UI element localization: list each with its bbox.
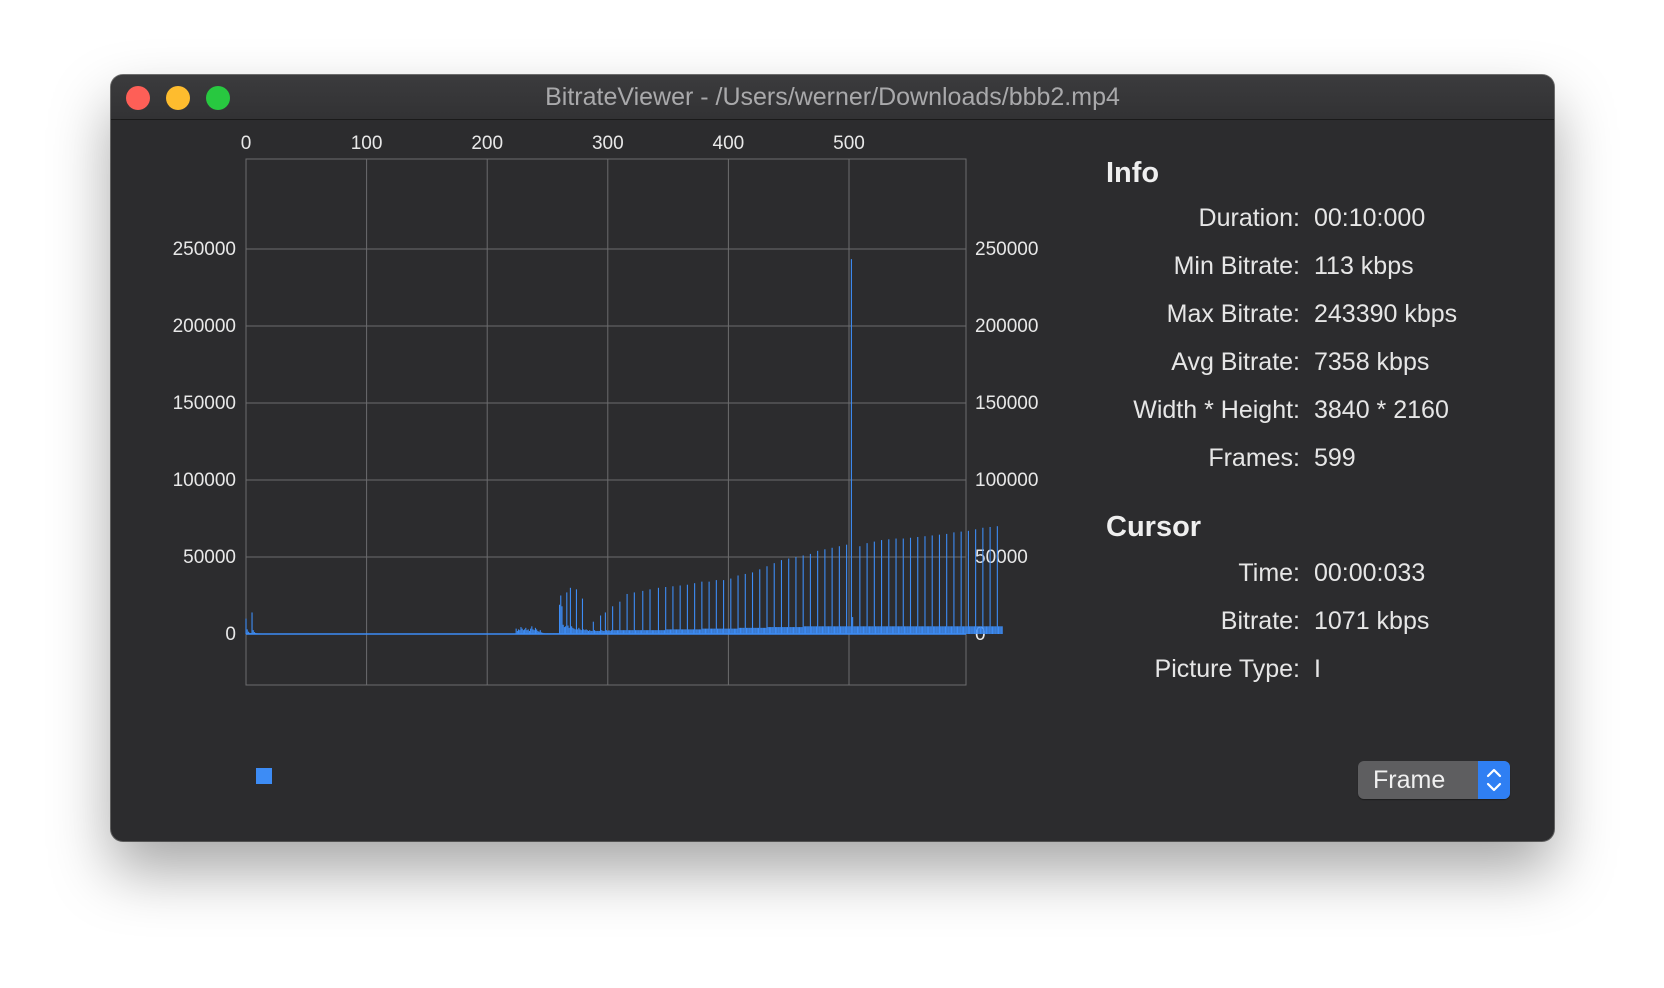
info-value: 113 kbps <box>1314 252 1414 280</box>
cursor-label: Bitrate: <box>1220 607 1300 635</box>
info-label: Frames: <box>1208 444 1300 472</box>
view-mode-selected: Frame <box>1373 766 1446 794</box>
info-row: Width * Height: 3840 * 2160 <box>111 390 1554 430</box>
app-window: BitrateViewer - /Users/werner/Downloads/… <box>111 75 1554 841</box>
info-row: Duration: 00:10:000 <box>111 198 1554 238</box>
info-label: Duration: <box>1198 204 1300 232</box>
info-value: 599 <box>1314 444 1356 472</box>
cursor-value: I <box>1314 655 1321 683</box>
x-tick-label: 300 <box>592 133 624 154</box>
chevron-updown-icon <box>1478 761 1510 799</box>
info-value: 3840 * 2160 <box>1314 396 1449 424</box>
info-row: Min Bitrate: 113 kbps <box>111 246 1554 286</box>
info-heading: Info <box>1106 157 1160 189</box>
info-value: 7358 kbps <box>1314 348 1430 376</box>
info-label: Min Bitrate: <box>1173 252 1300 280</box>
window-title: BitrateViewer - /Users/werner/Downloads/… <box>545 83 1120 111</box>
x-tick-label: 200 <box>471 133 503 154</box>
info-row: Avg Bitrate: 7358 kbps <box>111 342 1554 382</box>
cursor-row: Picture Type: I <box>111 649 1554 689</box>
info-label: Width * Height: <box>1133 396 1300 424</box>
info-label: Avg Bitrate: <box>1171 348 1300 376</box>
x-tick-label: 400 <box>713 133 745 154</box>
info-label: Max Bitrate: <box>1166 300 1300 328</box>
x-tick-label: 500 <box>833 133 865 154</box>
info-row: Frames: 599 <box>111 438 1554 478</box>
cursor-value: 00:00:033 <box>1314 559 1426 587</box>
cursor-label: Picture Type: <box>1154 655 1300 683</box>
cursor-row: Bitrate: 1071 kbps <box>111 601 1554 641</box>
info-value: 00:10:000 <box>1314 204 1426 232</box>
cursor-heading: Cursor <box>1106 511 1202 543</box>
x-tick-label: 100 <box>351 133 383 154</box>
cursor-label: Time: <box>1238 559 1300 587</box>
info-row: Max Bitrate: 243390 kbps <box>111 294 1554 334</box>
view-mode-popup[interactable]: Frame <box>1358 761 1510 799</box>
info-value: 243390 kbps <box>1314 300 1458 328</box>
x-tick-label: 0 <box>241 133 252 154</box>
legend-swatch <box>256 768 272 784</box>
cursor-row: Time: 00:00:033 <box>111 553 1554 593</box>
cursor-value: 1071 kbps <box>1314 607 1430 635</box>
title-bar[interactable]: BitrateViewer - /Users/werner/Downloads/… <box>111 75 1554 120</box>
